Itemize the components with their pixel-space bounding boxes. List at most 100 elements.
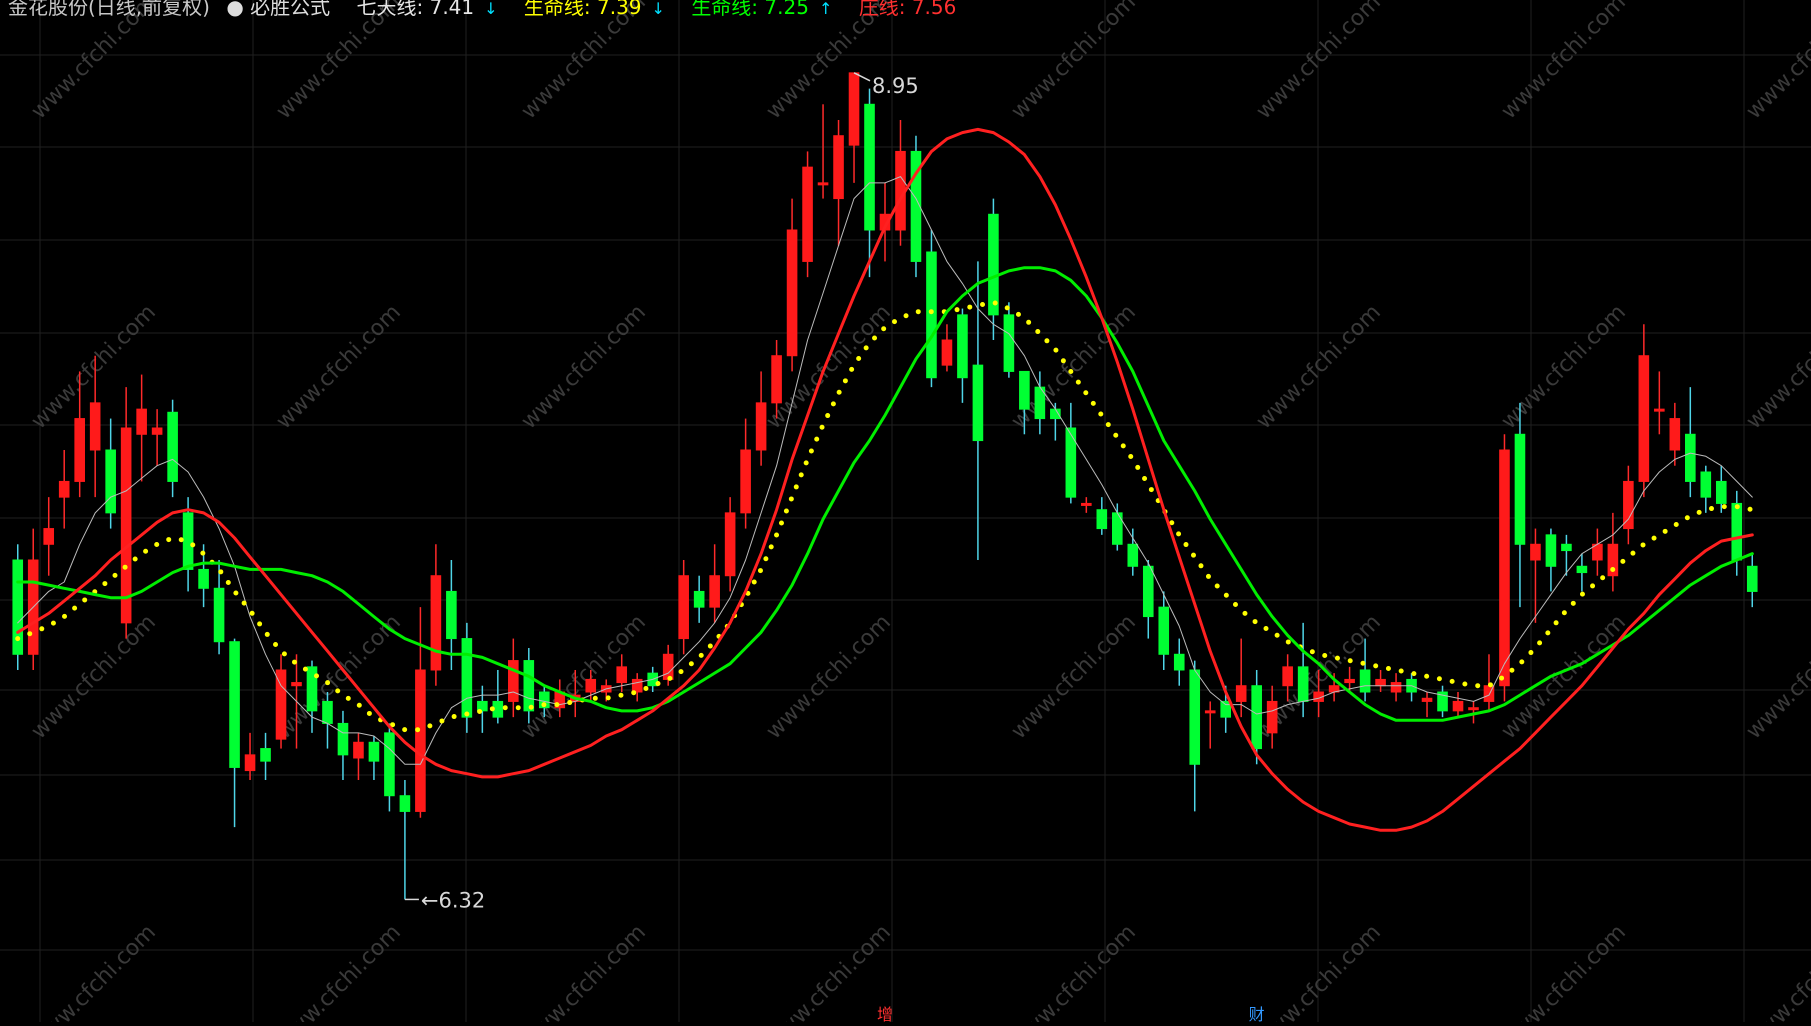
candle-body-77 [1204, 710, 1216, 714]
watermark-27: www.cfchi.com [762, 920, 896, 1022]
candle-0 [12, 544, 24, 670]
bottom-mark-1: 财 [1249, 1005, 1265, 1022]
candle-body-112 [1746, 565, 1758, 592]
candle-body-19 [306, 666, 318, 712]
candle-body-94 [1468, 707, 1479, 711]
candle-112 [1746, 553, 1758, 608]
watermark-16: www.cfchi.com [27, 610, 161, 744]
watermark-31: www.cfchi.com [1742, 920, 1811, 1022]
candle-97 [1514, 402, 1526, 608]
low-price-label: ←6.32 [421, 888, 485, 912]
candle-body-107 [1669, 418, 1681, 451]
candle-body-49 [771, 355, 782, 404]
candle-body-70 [1096, 509, 1108, 530]
candle-body-106 [1654, 408, 1665, 412]
candle-44 [693, 575, 705, 623]
candle-body-2 [43, 528, 55, 545]
chart-header: 金花股份(日线,前复权) ● 必胜公式 七天线: 7.41 ↓ 生命线: 7.39… [8, 0, 976, 19]
candle-body-110 [1715, 480, 1727, 504]
candle-body-46 [724, 512, 736, 577]
legend-item-3: 庄线: 7.56 [858, 0, 957, 19]
candle-body-111 [1731, 502, 1743, 561]
candle-96 [1499, 434, 1510, 702]
candle-88 [1375, 670, 1386, 692]
candle-body-22 [353, 741, 364, 759]
candle-93 [1452, 692, 1464, 718]
candle-body-14 [229, 641, 240, 768]
candle-body-53 [833, 135, 844, 200]
candle-body-9 [151, 427, 163, 435]
candlestick-chart-svg[interactable]: www.cfchi.com www.cfchi.com www.cfchi.com w… [0, 0, 1811, 1026]
candle-body-20 [322, 700, 333, 724]
candle-47 [740, 418, 751, 529]
candle-14 [229, 638, 240, 828]
candle-8 [136, 374, 147, 482]
candle-68 [1065, 402, 1077, 504]
legend-item-2: 生命线: 7.25 ↑ [691, 0, 833, 19]
candle-body-83 [1297, 666, 1309, 702]
watermark-7: www.cfchi.com [1742, 0, 1811, 124]
candle-body-68 [1065, 427, 1077, 498]
candle-body-74 [1158, 606, 1170, 655]
watermark-30: www.cfchi.com [1497, 920, 1631, 1022]
candle-body-81 [1266, 700, 1278, 734]
candle-body-15 [244, 754, 256, 772]
watermark-6: www.cfchi.com [1497, 0, 1631, 124]
candle-body-23 [368, 741, 380, 762]
watermark-19: www.cfchi.com [762, 610, 896, 744]
candle-body-91 [1421, 697, 1433, 702]
candle-31 [492, 670, 504, 724]
candle-99 [1545, 528, 1557, 592]
candle-body-11 [182, 512, 194, 570]
candle-9 [151, 409, 163, 466]
arrow-down-icon: ↓ [484, 0, 498, 18]
candle-body-80 [1251, 685, 1262, 750]
candle-body-105 [1638, 355, 1650, 482]
watermark-25: www.cfchi.com [272, 920, 406, 1022]
candle-body-26 [415, 669, 426, 812]
candle-body-96 [1499, 449, 1510, 687]
candle-body-6 [105, 449, 116, 514]
indicator-name: ● 必胜公式 [226, 0, 331, 19]
candle-body-78 [1220, 700, 1232, 718]
candle-body-64 [1003, 314, 1015, 372]
series-line-2 [16, 266, 1754, 722]
watermark-28: www.cfchi.com [1007, 920, 1141, 1022]
candle-13 [213, 560, 225, 655]
candle-body-72 [1127, 543, 1139, 567]
candle-60 [941, 324, 953, 372]
candle-body-48 [755, 402, 767, 451]
candle-body-88 [1375, 678, 1386, 687]
watermark-12: www.cfchi.com [1007, 300, 1141, 434]
candle-body-54 [848, 72, 860, 146]
candle-98 [1530, 528, 1541, 623]
watermark-5: www.cfchi.com [1252, 0, 1386, 124]
candle-body-87 [1359, 669, 1371, 693]
legend-item-0: 七天线: 7.41 ↓ [356, 0, 498, 19]
candle-23 [368, 736, 380, 780]
candle-6 [105, 418, 116, 529]
candle-body-16 [260, 748, 271, 762]
candle-105 [1638, 324, 1650, 498]
candle-1 [27, 528, 39, 670]
candle-63 [988, 198, 999, 340]
candle-body-8 [136, 408, 147, 435]
candle-body-60 [941, 339, 953, 366]
candle-body-59 [926, 251, 937, 379]
candle-69 [1081, 497, 1092, 513]
candle-107 [1669, 402, 1681, 466]
candle-body-3 [58, 480, 70, 498]
candle-25 [399, 780, 411, 900]
candle-body-43 [678, 575, 689, 640]
stock-chart[interactable]: www.cfchi.com www.cfchi.com www.cfchi.com w… [0, 0, 1811, 1026]
candle-body-33 [523, 660, 535, 712]
candle-22 [353, 732, 364, 780]
candle-57 [895, 120, 906, 246]
candle-73 [1142, 560, 1154, 639]
stock-title: 金花股份(日线,前复权) [8, 0, 210, 19]
candle-46 [724, 497, 736, 592]
candle-body-104 [1623, 480, 1634, 530]
candle-108 [1685, 387, 1696, 498]
candle-2 [43, 497, 55, 576]
candle-body-100 [1561, 543, 1572, 552]
